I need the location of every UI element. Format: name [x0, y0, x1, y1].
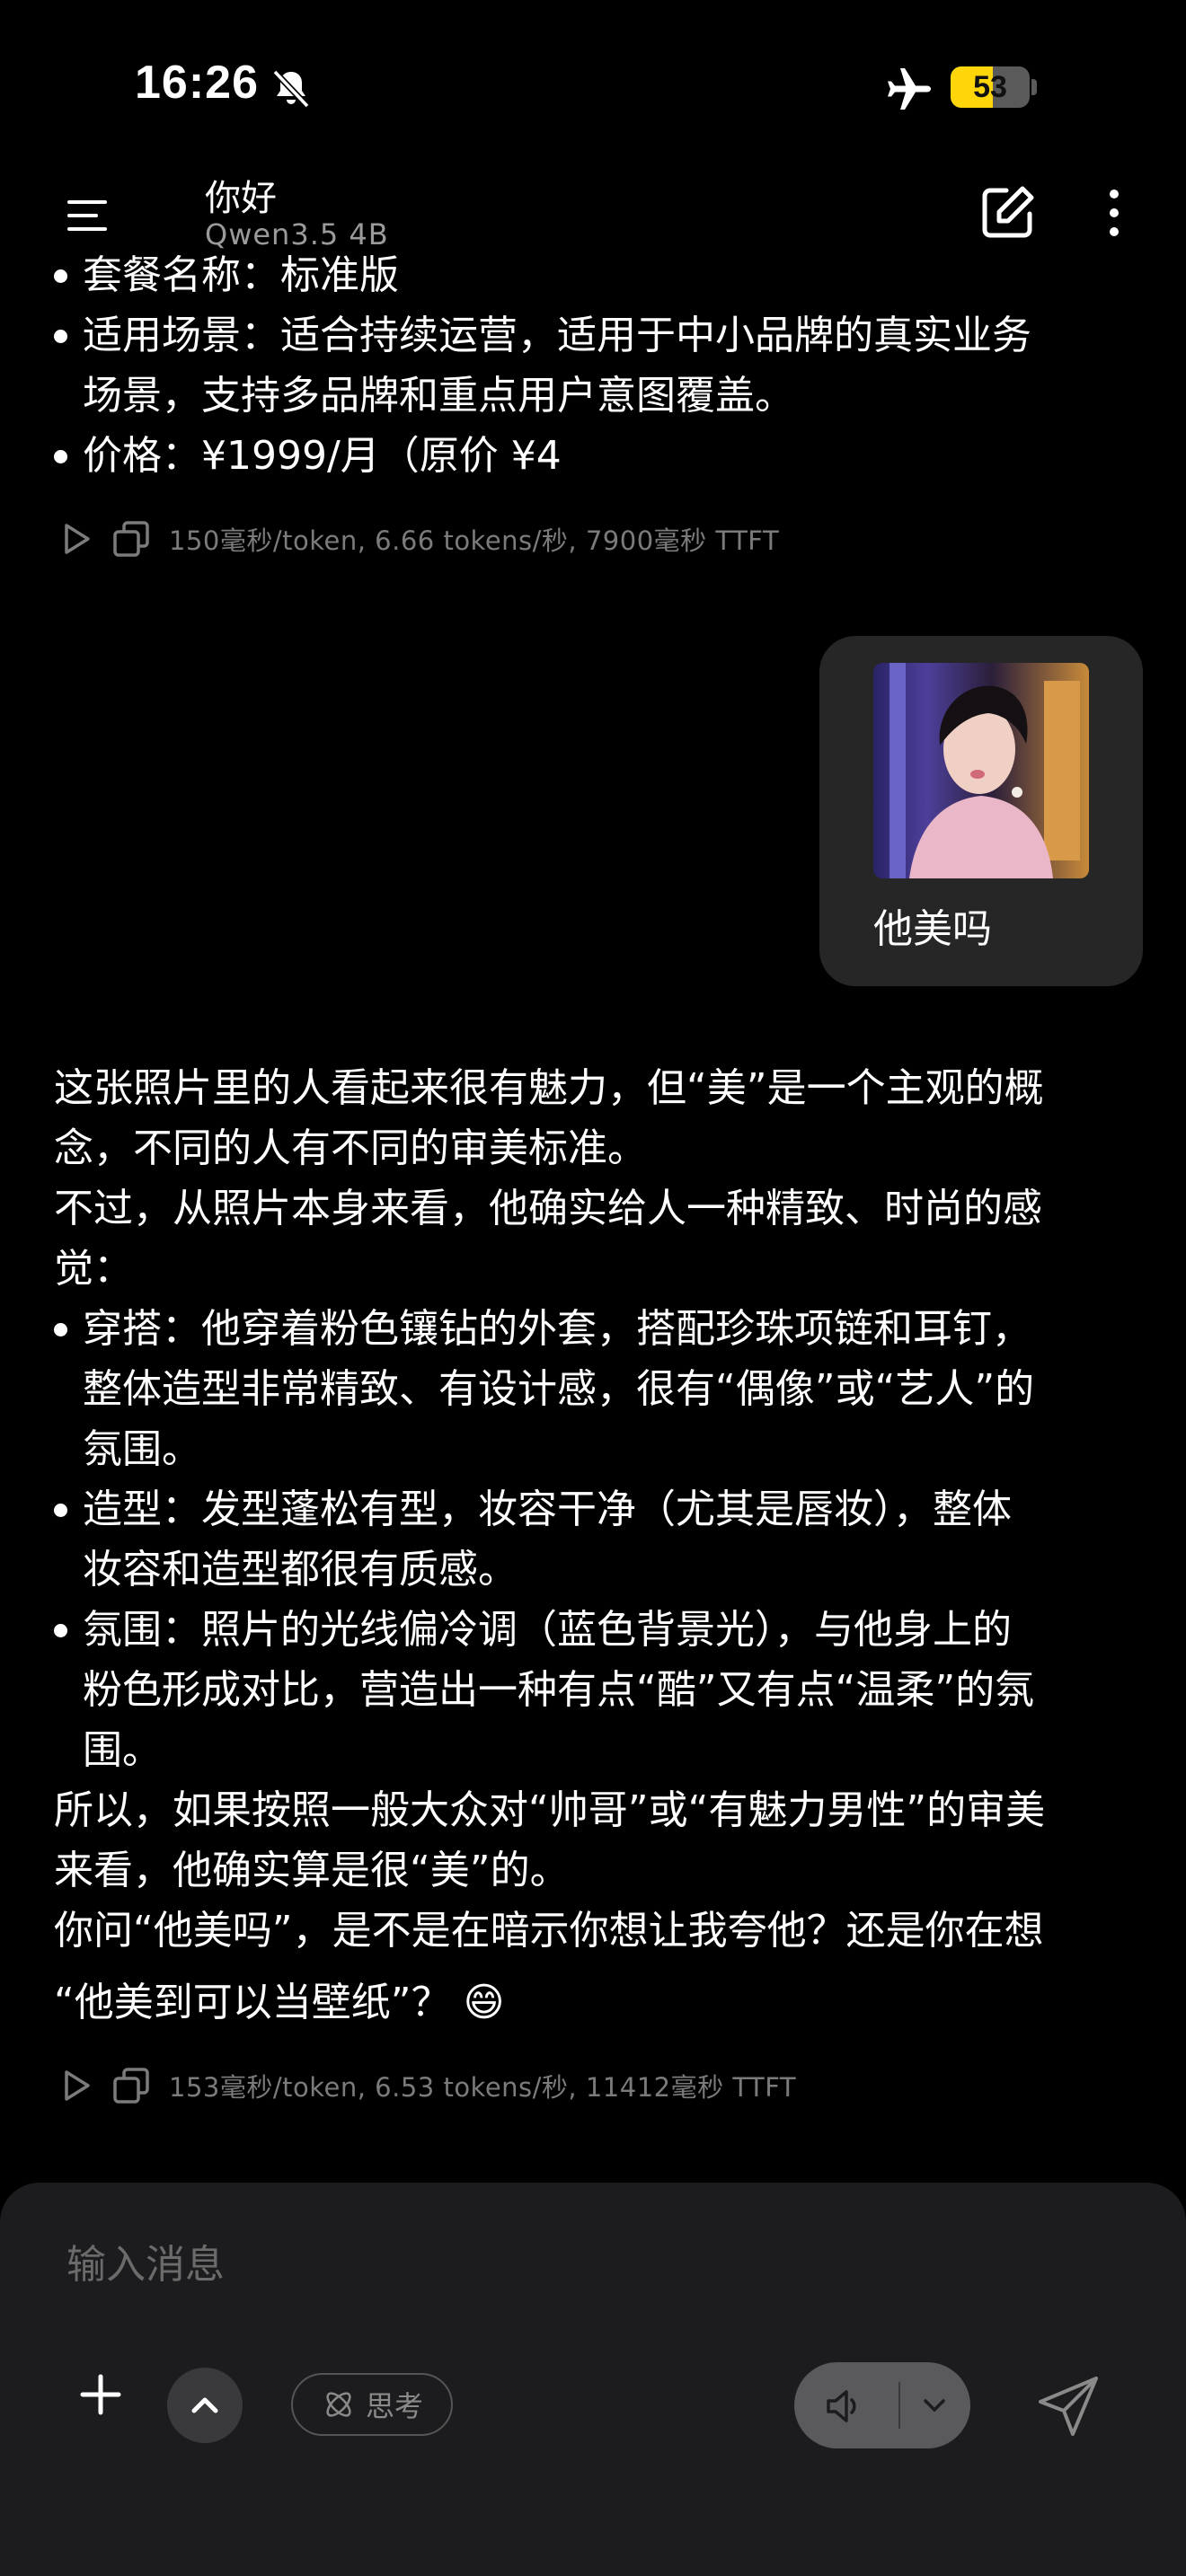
- edit-icon[interactable]: [976, 181, 1039, 244]
- message-input[interactable]: [65, 2228, 1057, 2301]
- message-meta-row: 153毫秒/token, 6.53 tokens/秒, 11412毫秒 TTFT: [54, 2059, 796, 2113]
- bullet-dot: [54, 450, 67, 463]
- user-photo[interactable]: [873, 663, 1089, 878]
- generation-stats: 150毫秒/token, 6.66 tokens/秒, 7900毫秒 TTFT: [169, 525, 780, 556]
- message-line: 念，不同的人有不同的审美标准。: [54, 1125, 647, 1171]
- bullet-dot: [54, 330, 67, 343]
- battery-level: 53: [973, 69, 1007, 104]
- message-line: 场景，支持多品牌和重点用户意图覆盖。: [83, 373, 794, 419]
- copy-icon[interactable]: [108, 2064, 158, 2107]
- bell-slash-icon: [272, 69, 310, 109]
- message-line: 氛围：照片的光线偏冷调（蓝色背景光），与他身上的: [83, 1607, 1012, 1653]
- status-bar: 16:26 53: [0, 0, 1186, 171]
- photo-thumbnail: [873, 663, 1089, 878]
- message-line: 妆容和造型都很有质感。: [83, 1547, 518, 1592]
- generation-stats: 153毫秒/token, 6.53 tokens/秒, 11412毫秒 TTFT: [169, 2072, 797, 2103]
- voice-control[interactable]: [794, 2362, 970, 2448]
- message-line: 造型：发型蓬松有型，妆容干净（尤其是唇妆），整体: [83, 1486, 1012, 1532]
- chat-title[interactable]: 你好: [205, 169, 277, 221]
- chevron-down-icon[interactable]: [916, 2387, 952, 2423]
- voice-divider: [898, 2382, 900, 2429]
- plus-icon[interactable]: [72, 2366, 129, 2423]
- user-message-text: 他美吗: [873, 906, 992, 952]
- composer-panel: 思考: [0, 2183, 1186, 2576]
- atom-icon: [326, 2392, 351, 2417]
- airplane-icon: [888, 68, 931, 110]
- expand-button[interactable]: [167, 2368, 243, 2443]
- message-line: 穿搭：他穿着粉色镶钻的外套，搭配珍珠项链和耳钉，: [83, 1306, 1031, 1352]
- more-vertical-icon[interactable]: [1096, 181, 1132, 244]
- message-line: 价格：¥1999/月（原价 ¥4: [83, 433, 562, 479]
- battery-icon: 53: [951, 66, 1030, 108]
- chevron-up-icon: [191, 2397, 218, 2413]
- message-line: 整体造型非常精致、有设计感，很有“偶像”或“艺人”的: [83, 1366, 1035, 1412]
- send-icon[interactable]: [1033, 2369, 1105, 2441]
- message-line: 套餐名称：标准版: [83, 252, 399, 298]
- think-label: 思考: [365, 2389, 423, 2423]
- user-message-bubble: 他美吗: [819, 636, 1143, 986]
- bullet-dot: [54, 1504, 67, 1517]
- message-meta-row: 150毫秒/token, 6.66 tokens/秒, 7900毫秒 TTFT: [54, 512, 779, 566]
- message-line: “他美到可以当壁纸”？ 😄: [54, 1980, 505, 2025]
- speaker-icon[interactable]: [821, 2384, 866, 2429]
- message-line: 适用场景：适合持续运营，适用于中小品牌的真实业务: [83, 313, 1031, 358]
- play-icon[interactable]: [54, 2064, 97, 2107]
- battery-nub: [1031, 79, 1037, 95]
- message-line: 你问“他美吗”，是不是在暗示你想让我夸他？还是你在想: [54, 1908, 1044, 1954]
- menu-button[interactable]: [56, 189, 119, 243]
- status-time: 16:26: [135, 57, 259, 109]
- message-line: 粉色形成对比，营造出一种有点“酷”又有点“温柔”的氛: [83, 1667, 1035, 1713]
- message-line: 氛围。: [83, 1426, 201, 1472]
- message-line: 这张照片里的人看起来很有魅力，但“美”是一个主观的概: [54, 1065, 1044, 1111]
- message-line: 来看，他确实算是很“美”的。: [54, 1848, 570, 1893]
- play-icon[interactable]: [54, 517, 97, 560]
- bullet-dot: [54, 269, 67, 283]
- bullet-dot: [54, 1624, 67, 1637]
- bullet-dot: [54, 1323, 67, 1337]
- menu-icon: [67, 200, 107, 231]
- message-line: 不过，从照片本身来看，他确实给人一种精致、时尚的感: [54, 1186, 1042, 1231]
- message-line: 所以，如果按照一般大众对“帅哥”或“有魅力男性”的审美: [54, 1787, 1046, 1833]
- think-toggle[interactable]: 思考: [291, 2373, 453, 2436]
- message-line: 围。: [83, 1727, 162, 1773]
- copy-icon[interactable]: [108, 517, 158, 560]
- message-line: 觉：: [54, 1246, 133, 1292]
